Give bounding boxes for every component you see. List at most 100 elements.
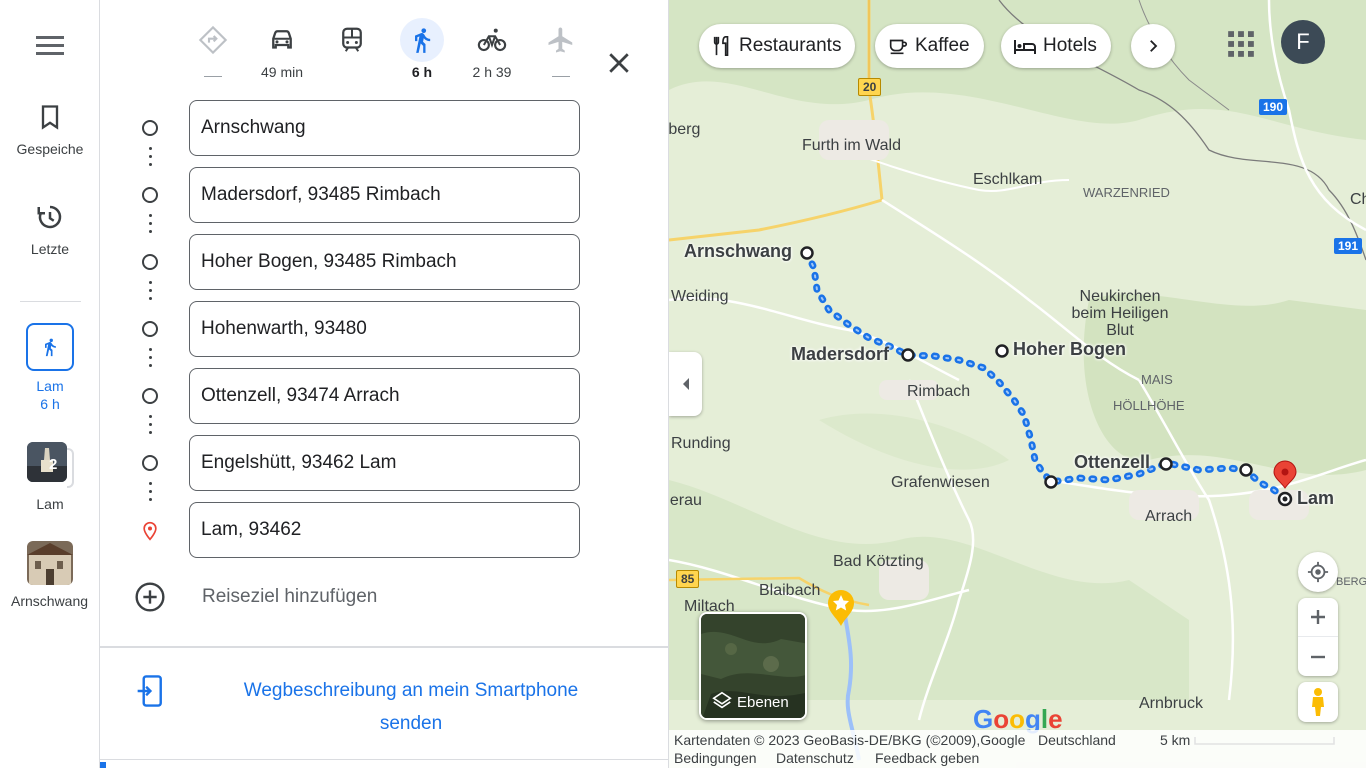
chevron-right-icon xyxy=(1150,40,1158,52)
saved-label: Gespeiche xyxy=(16,141,84,157)
map-data-attribution[interactable]: Kartendaten © 2023 GeoBasis-DE/BKG (©200… xyxy=(674,732,1025,748)
place-label[interactable]: Arnbruck xyxy=(1139,695,1203,713)
hotel-icon xyxy=(1014,40,1036,54)
train-icon xyxy=(342,27,362,52)
layers-label: Ebenen xyxy=(737,694,789,711)
stop-input[interactable]: Arnschwang xyxy=(189,100,580,156)
pegman-icon xyxy=(1312,688,1324,716)
chip-coffee[interactable]: Kaffee xyxy=(875,24,984,68)
place-label[interactable]: herau xyxy=(669,492,702,510)
add-destination-button[interactable]: Reiseziel hinzufügen xyxy=(134,580,377,614)
privacy-link[interactable]: Datenschutz xyxy=(776,750,854,766)
chip-coffee-label: Kaffee xyxy=(915,35,970,56)
waypoint-circle-icon xyxy=(142,187,158,203)
add-circle-icon xyxy=(135,582,165,612)
bike-time: 2 h 39 xyxy=(472,64,512,80)
place-label[interactable]: Arrach xyxy=(1145,508,1192,526)
place-label[interactable]: Ch xyxy=(1350,191,1366,209)
apps-grid-icon[interactable] xyxy=(1227,30,1255,58)
place-label[interactable]: Runding xyxy=(671,435,731,453)
no-time-dash xyxy=(204,75,222,77)
mode-transit[interactable] xyxy=(322,18,382,80)
menu-icon[interactable] xyxy=(36,34,64,56)
waypoint-circle-icon xyxy=(142,388,158,404)
send-to-phone-section: Wegbeschreibung an mein Smartphone sende… xyxy=(100,646,669,760)
recent-item-walk-lam[interactable] xyxy=(26,323,74,371)
place-label[interactable]: BERG xyxy=(1336,576,1366,588)
road-shield-b20: 20 xyxy=(858,78,882,96)
chips-scroll-right-button[interactable] xyxy=(1131,24,1175,68)
close-directions-button[interactable] xyxy=(604,48,634,78)
route-label[interactable]: Hoher Bogen xyxy=(1013,339,1126,360)
country-link[interactable]: Deutschland xyxy=(1038,732,1116,748)
stop-row: Hohenwarth, 93480 xyxy=(100,301,669,357)
waypoint-circle-icon xyxy=(142,120,158,136)
stop-row: Madersdorf, 93485 Rimbach xyxy=(100,167,669,223)
place-label[interactable]: Neukirchen beim Heiligen Blut xyxy=(1069,288,1171,339)
stop-input[interactable]: Lam, 93462 xyxy=(189,502,580,558)
stop-input[interactable]: Hoher Bogen, 93485 Rimbach xyxy=(189,234,580,290)
airplane-icon xyxy=(548,27,573,53)
account-avatar[interactable]: F xyxy=(1281,20,1325,64)
stop-input[interactable]: Ottenzell, 93474 Arrach xyxy=(189,368,580,424)
send-to-phone-link[interactable]: Wegbeschreibung an mein Smartphone sende… xyxy=(220,674,602,740)
stop-row: Hoher Bogen, 93485 Rimbach xyxy=(100,234,669,290)
place-label[interactable]: WARZENRIED xyxy=(1083,185,1170,200)
my-location-icon xyxy=(1307,561,1329,583)
place-label[interactable]: rberg xyxy=(669,121,700,139)
recent-label: Letzte xyxy=(30,241,70,257)
route-label[interactable]: Lam xyxy=(1297,488,1334,509)
walk-icon xyxy=(415,28,431,53)
route-label[interactable]: Madersdorf xyxy=(791,344,889,365)
waypoint-circle-icon xyxy=(142,455,158,471)
add-destination-label: Reiseziel hinzufügen xyxy=(202,586,378,607)
terms-link[interactable]: Bedingungen xyxy=(674,750,757,766)
no-time-dash xyxy=(552,75,570,77)
place-label[interactable]: Grafenwiesen xyxy=(891,474,990,492)
restaurant-icon xyxy=(713,36,729,56)
history-icon xyxy=(37,205,62,229)
place-label[interactable]: MAIS xyxy=(1141,372,1173,387)
directions-panel: 49 min 6 h 2 h 39 Arnschwang Madersdorf,… xyxy=(100,0,669,768)
close-icon xyxy=(609,53,629,73)
recent-button[interactable]: Letzte xyxy=(0,202,100,257)
mode-flight[interactable] xyxy=(531,18,591,80)
place-label[interactable]: Blaibach xyxy=(759,582,820,600)
stop-input[interactable]: Engelshütt, 93462 Lam xyxy=(189,435,580,491)
route-label[interactable]: Ottenzell xyxy=(1074,452,1150,473)
place-label[interactable]: Bad Kötzting xyxy=(833,553,924,571)
collapse-panel-button[interactable] xyxy=(669,352,702,416)
place-label[interactable]: HÖLLHÖHE xyxy=(1113,398,1185,413)
street-view-pegman-button[interactable] xyxy=(1298,682,1338,722)
chip-hotels[interactable]: Hotels xyxy=(1001,24,1111,68)
place-label[interactable]: Rimbach xyxy=(907,383,970,401)
place-label[interactable]: Weiding xyxy=(671,288,729,306)
stop-row: Ottenzell, 93474 Arrach xyxy=(100,368,669,424)
chip-restaurants[interactable]: Restaurants xyxy=(699,24,856,68)
coffee-icon xyxy=(889,39,908,55)
zoom-in-button[interactable] xyxy=(1298,598,1338,637)
scale-label[interactable]: 5 km xyxy=(1160,732,1190,748)
feedback-link[interactable]: Feedback geben xyxy=(875,750,979,766)
place-label[interactable]: Furth im Wald xyxy=(802,137,901,155)
recent-item-arnschwang-thumbnail[interactable] xyxy=(27,541,73,585)
route-label[interactable]: Arnschwang xyxy=(684,241,792,262)
map-canvas[interactable]: 20 85 190 191 Furth im Wald Eschlkam WAR… xyxy=(669,0,1366,768)
stop-input[interactable]: Madersdorf, 93485 Rimbach xyxy=(189,167,580,223)
road-shield-b85: 85 xyxy=(676,570,700,588)
saved-button[interactable]: Gespeiche xyxy=(0,102,100,157)
send-to-phone-icon xyxy=(137,675,162,707)
mode-car[interactable]: 49 min xyxy=(252,18,312,80)
mode-bike[interactable]: 2 h 39 xyxy=(462,18,522,80)
recent-item-lam-thumbnail[interactable]: 2 xyxy=(27,442,67,482)
mode-best[interactable] xyxy=(183,18,243,80)
recent-item-lam-label: Lam xyxy=(36,496,64,512)
layers-button[interactable]: Ebenen xyxy=(699,612,807,720)
recent-count-badge: 2 xyxy=(49,456,58,473)
place-label[interactable]: Eschlkam xyxy=(973,171,1042,189)
my-location-button[interactable] xyxy=(1298,552,1338,592)
stop-input[interactable]: Hohenwarth, 93480 xyxy=(189,301,580,357)
zoom-out-button[interactable] xyxy=(1298,637,1338,676)
mode-walk[interactable]: 6 h xyxy=(392,18,452,80)
car-time: 49 min xyxy=(260,64,304,80)
